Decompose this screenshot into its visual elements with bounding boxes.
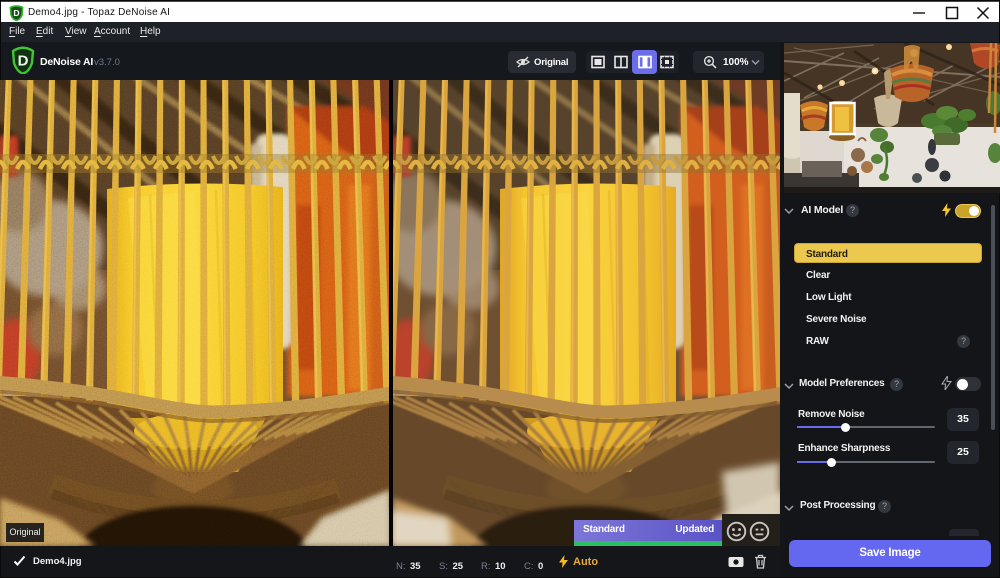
svg-text:D: D — [13, 8, 19, 18]
svg-text:D: D — [18, 53, 29, 70]
